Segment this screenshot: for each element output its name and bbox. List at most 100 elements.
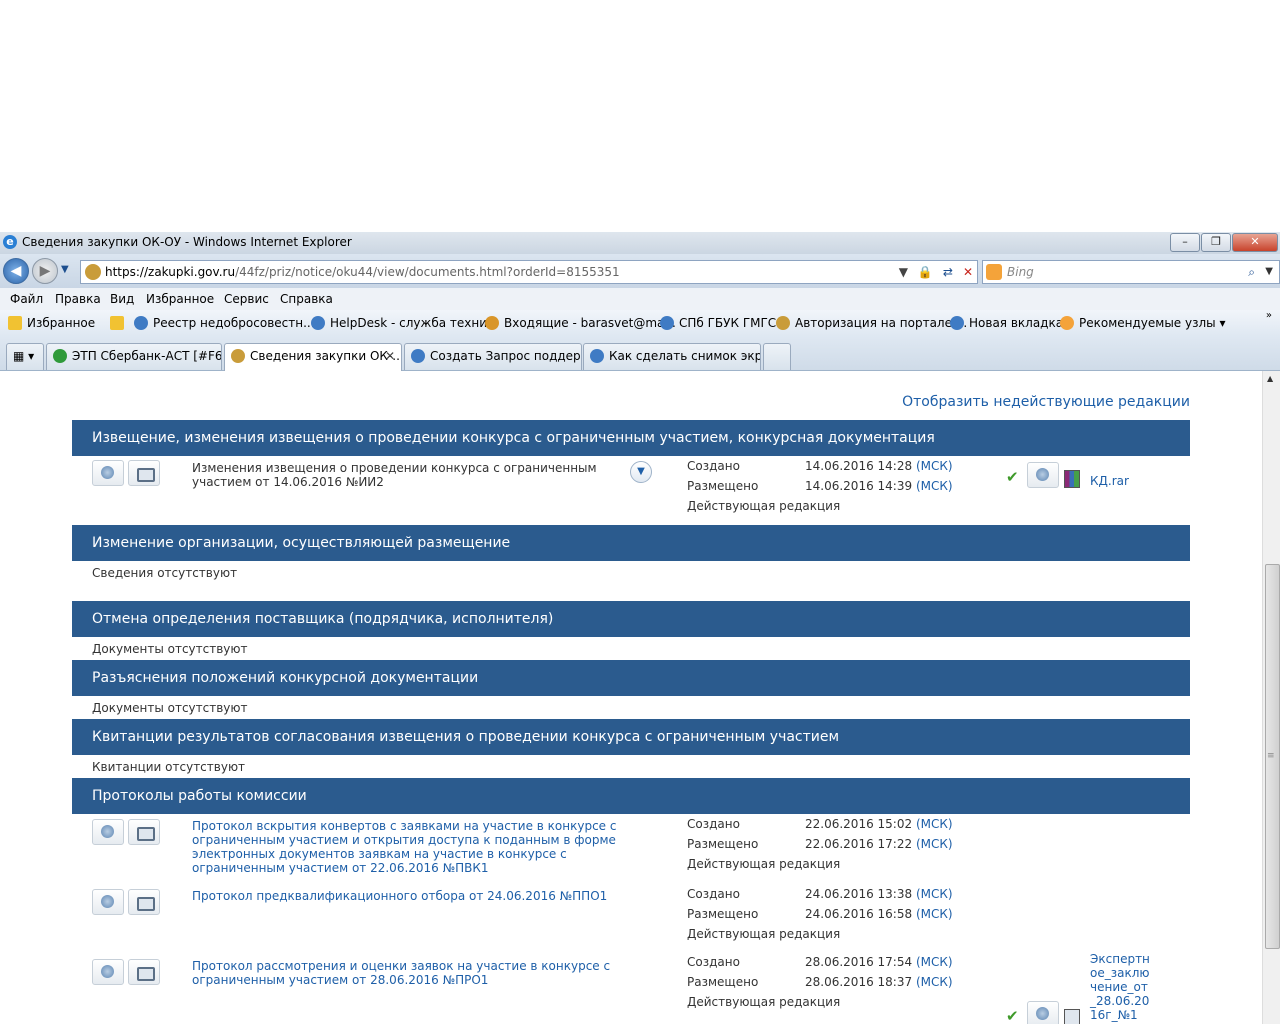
current-edition-label: Действующая редакция — [687, 995, 841, 1009]
lock-icon[interactable]: 🔒 — [918, 261, 933, 283]
page-icon — [660, 316, 674, 330]
documents-content: Отобразить недействующие редакции Извеще… — [72, 371, 1190, 1024]
back-button[interactable]: ◀ — [3, 258, 29, 284]
protocol-row: Протокол предквалификационного отбора от… — [72, 884, 1190, 954]
protocol-link[interactable]: Протокол вскрытия конвертов с заявками н… — [192, 819, 622, 875]
menu-tools[interactable]: Сервис — [224, 292, 269, 306]
stop-icon[interactable]: ✕ — [963, 261, 973, 283]
print-button[interactable] — [128, 819, 160, 845]
address-toolbar: ◀ ▶ ▼ https://zakupki.gov.ru/44fz/priz/n… — [0, 254, 1280, 288]
expert-conclusion-file-link[interactable]: Экспертное_заключение_от_28.06.2016г_№1 — [1090, 952, 1152, 1022]
protocol-link[interactable]: Протокол рассмотрения и оценки заявок на… — [192, 959, 622, 987]
search-box[interactable]: Bing ⌕ ▼ — [982, 260, 1280, 284]
posted-label: Размещено — [687, 907, 759, 921]
compatibility-icon[interactable]: ⇄ — [943, 261, 953, 283]
menu-bar: Файл Правка Вид Избранное Сервис Справка — [0, 288, 1280, 310]
file-signature-button[interactable] — [1027, 1001, 1059, 1024]
search-icon[interactable]: ⌕ — [1248, 261, 1255, 283]
timezone-link[interactable]: (МСК) — [916, 479, 953, 493]
notice-document-row: Изменения извещения о проведении конкурс… — [72, 456, 1190, 524]
timezone-link[interactable]: (МСК) — [916, 907, 953, 921]
search-options-icon[interactable]: ▼ — [1265, 261, 1273, 283]
close-window-button[interactable]: ✕ — [1232, 233, 1278, 252]
section-org-change-header: Изменение организации, осуществляющей ра… — [72, 525, 1190, 561]
menu-file[interactable]: Файл — [10, 292, 43, 306]
tab-screenshot-howto[interactable]: Как сделать снимок экра... — [583, 343, 761, 370]
kd-rar-file-link[interactable]: КД.rar — [1090, 474, 1129, 488]
protocol-link[interactable]: Протокол предквалификационного отбора от… — [192, 889, 622, 903]
scroll-grip-icon: ≡ — [1267, 751, 1275, 761]
quick-tabs-button[interactable]: ▦ ▾ — [6, 343, 44, 370]
star-icon — [8, 316, 22, 330]
help-icon — [311, 316, 325, 330]
search-placeholder: Bing — [1007, 265, 1034, 279]
title-bar: e Сведения закупки ОК-ОУ - Windows Inter… — [0, 232, 1280, 254]
current-edition-label: Действующая редакция — [687, 499, 841, 513]
menu-help[interactable]: Справка — [280, 292, 333, 306]
scroll-up-icon[interactable]: ▲ — [1267, 374, 1273, 383]
menu-view[interactable]: Вид — [110, 292, 134, 306]
suggested-sites-icon — [1060, 316, 1074, 330]
tab-sberbank[interactable]: ЭТП Сбербанк-АСТ [#F6] — [46, 343, 222, 370]
timezone-link[interactable]: (МСК) — [916, 817, 953, 831]
history-dropdown-icon[interactable]: ▼ — [61, 264, 69, 275]
created-date: 22.06.2016 15:02 — [805, 817, 913, 831]
print-button[interactable] — [128, 889, 160, 915]
file-signature-button[interactable] — [1027, 462, 1059, 488]
signature-button[interactable] — [92, 460, 124, 486]
page-viewport: Отобразить недействующие редакции Извеще… — [0, 371, 1262, 1024]
created-date: 28.06.2016 17:54 — [805, 955, 913, 969]
timezone-link[interactable]: (МСК) — [916, 837, 953, 851]
posted-date: 22.06.2016 17:22 — [805, 837, 913, 851]
address-bar[interactable]: https://zakupki.gov.ru/44fz/priz/notice/… — [80, 260, 978, 284]
address-dropdown-icon[interactable]: ▼ — [899, 261, 908, 283]
fav-link-newtab[interactable]: Новая вкладка — [950, 316, 1063, 330]
signature-button[interactable] — [92, 819, 124, 845]
signature-button[interactable] — [92, 889, 124, 915]
signature-button[interactable] — [92, 959, 124, 985]
tab-zakupki[interactable]: Сведения закупки ОК-... ✕ — [224, 343, 402, 371]
expand-chevron-icon[interactable]: ▼ — [630, 461, 652, 483]
fav-link-registry[interactable]: Реестр недобросовестн... — [134, 316, 315, 330]
minimize-button[interactable]: – — [1170, 233, 1200, 252]
timezone-link[interactable]: (МСК) — [916, 459, 953, 473]
print-button[interactable] — [128, 460, 160, 486]
forward-button[interactable]: ▶ — [32, 258, 58, 284]
timezone-link[interactable]: (МСК) — [916, 975, 953, 989]
menu-edit[interactable]: Правка — [55, 292, 101, 306]
posted-label: Размещено — [687, 975, 759, 989]
print-button[interactable] — [128, 959, 160, 985]
fav-link-helpdesk[interactable]: HelpDesk - служба техни... — [311, 316, 498, 330]
more-chevron-icon[interactable]: » — [1266, 310, 1272, 321]
page-icon — [950, 316, 964, 330]
timezone-link[interactable]: (МСК) — [916, 955, 953, 969]
fav-link-inbox[interactable]: Входящие - barasvet@ma... — [485, 316, 676, 330]
vertical-scrollbar[interactable]: ▲ ≡ — [1262, 371, 1280, 1024]
new-tab-button[interactable] — [763, 343, 791, 370]
restore-button[interactable]: ❐ — [1201, 233, 1231, 252]
section-cancellation-header: Отмена определения поставщика (подрядчик… — [72, 601, 1190, 637]
fav-link-auth[interactable]: Авторизация на портале ... — [776, 316, 967, 330]
close-tab-icon[interactable]: ✕ — [385, 344, 395, 368]
favorites-button[interactable]: Избранное — [8, 316, 95, 330]
show-inactive-editions-link[interactable]: Отобразить недействующие редакции — [902, 394, 1190, 410]
emblem-icon — [776, 316, 790, 330]
add-favorites-icon[interactable] — [110, 316, 129, 330]
help-icon — [411, 349, 425, 363]
tab-support-request[interactable]: Создать Запрос поддерж... — [404, 343, 582, 370]
checkmark-icon: ✔ — [1006, 468, 1019, 486]
no-receipts-text: Квитанции отсутствуют — [92, 760, 246, 774]
checkmark-icon: ✔ — [1006, 1007, 1019, 1024]
posted-date: 28.06.2016 18:37 — [805, 975, 913, 989]
mail-icon — [485, 316, 499, 330]
menu-favorites[interactable]: Избранное — [146, 292, 214, 306]
site-emblem-icon — [85, 264, 101, 280]
posted-label: Размещено — [687, 837, 759, 851]
created-label: Создано — [687, 887, 740, 901]
emblem-icon — [231, 349, 245, 363]
fav-link-suggested[interactable]: Рекомендуемые узлы ▾ — [1060, 316, 1225, 330]
created-label: Создано — [687, 817, 740, 831]
timezone-link[interactable]: (МСК) — [916, 887, 953, 901]
fav-link-spb[interactable]: СПб ГБУК ГМГС — [660, 316, 776, 330]
page-icon — [134, 316, 148, 330]
